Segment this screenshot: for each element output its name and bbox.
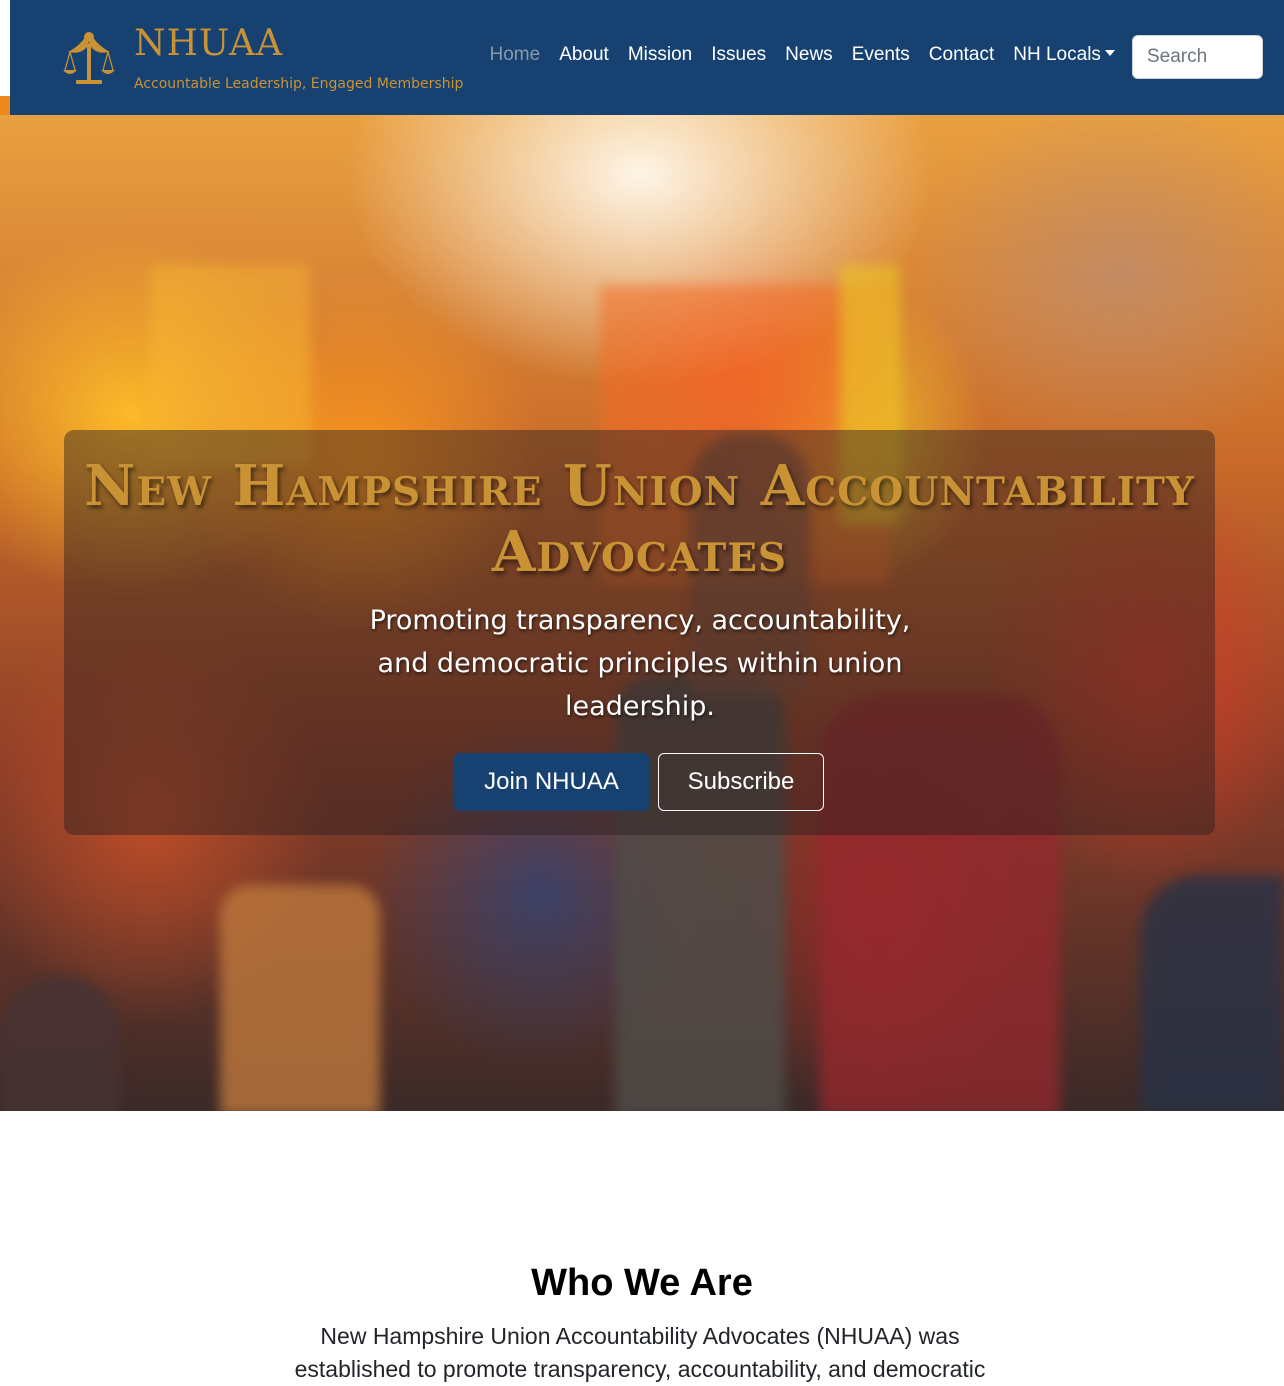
hero-title: New Hampshire Union Accountability Advoc… [84, 453, 1195, 585]
hero-background-person-3 [1140, 875, 1284, 1111]
nav-issues[interactable]: Issues [702, 44, 776, 66]
top-navbar: NHUAA Accountable Leadership, Engaged Me… [10, 0, 1284, 115]
hero-background-arm-left [220, 885, 380, 1111]
brand[interactable]: NHUAA Accountable Leadership, Engaged Me… [62, 23, 464, 92]
nav-links: Home About Mission Issues News Events Co… [480, 44, 1124, 66]
who-we-are-title: Who We Are [531, 1262, 753, 1304]
nav-contact[interactable]: Contact [919, 44, 1003, 66]
nav-home[interactable]: Home [480, 44, 550, 66]
subscribe-button[interactable]: Subscribe [658, 753, 824, 811]
brand-name: NHUAA [134, 23, 284, 64]
hero-section: New Hampshire Union Accountability Advoc… [0, 115, 1284, 1111]
nav-about[interactable]: About [550, 44, 619, 66]
search-input[interactable] [1132, 35, 1263, 79]
nav-nh-locals-label: NH Locals [1013, 44, 1101, 65]
nav-mission[interactable]: Mission [618, 44, 701, 66]
join-button[interactable]: Join NHUAA [454, 753, 649, 811]
nav-news[interactable]: News [776, 44, 843, 66]
who-we-are-text: New Hampshire Union Accountability Advoc… [294, 1323, 986, 1382]
nav-events[interactable]: Events [842, 44, 919, 66]
nav-nh-locals-dropdown[interactable]: NH Locals [1004, 44, 1125, 66]
edge-accent [0, 96, 10, 115]
hero-background-person-2 [0, 975, 120, 1111]
hero-subtitle: Promoting transparency, accountability, … [369, 605, 911, 722]
scales-of-justice-icon [63, 32, 115, 84]
brand-tagline: Accountable Leadership, Engaged Membersh… [134, 76, 464, 92]
caret-down-icon [1104, 50, 1115, 56]
